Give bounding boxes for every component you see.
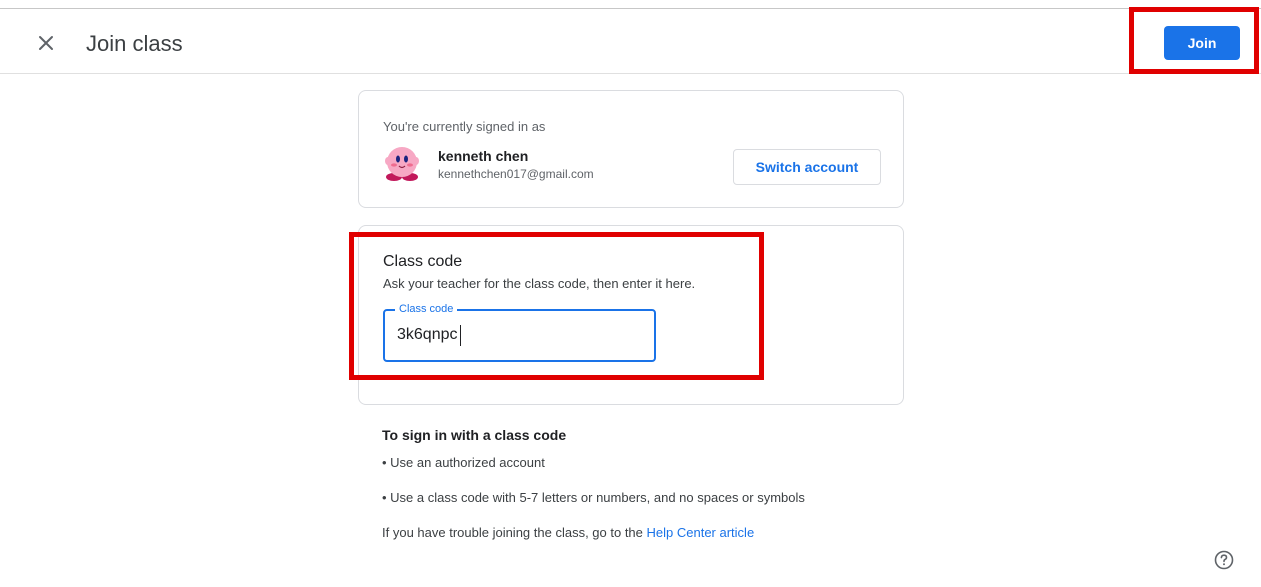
class-code-field-label: Class code — [395, 302, 458, 316]
help-center-link[interactable]: Help Center article — [647, 525, 755, 540]
user-email: kennethchen017@gmail.com — [438, 167, 594, 181]
text-caret — [460, 325, 461, 346]
class-code-card: Class code Ask your teacher for the clas… — [358, 225, 904, 405]
close-icon[interactable] — [32, 29, 60, 57]
trouble-text: If you have trouble joining the class, g… — [382, 525, 754, 540]
info-heading: To sign in with a class code — [382, 427, 567, 443]
help-circle-icon[interactable] — [1213, 549, 1235, 571]
class-code-field[interactable]: Class code — [383, 302, 656, 362]
trouble-text-label: If you have trouble joining the class, g… — [382, 525, 647, 540]
info-bullet: • Use a class code with 5-7 letters or n… — [382, 490, 805, 505]
account-card: You're currently signed in as kenneth ch… — [358, 90, 904, 208]
class-code-description: Ask your teacher for the class code, the… — [383, 276, 696, 291]
top-bar: Join class Join — [0, 9, 1261, 74]
info-bullet: • Use an authorized account — [382, 455, 545, 470]
class-code-title: Class code — [383, 253, 463, 270]
page-title: Join class — [86, 31, 183, 56]
signed-in-label: You're currently signed in as — [383, 119, 546, 134]
class-code-input[interactable] — [397, 326, 637, 344]
join-button[interactable]: Join — [1164, 26, 1240, 60]
avatar — [383, 144, 421, 182]
switch-account-button[interactable]: Switch account — [733, 149, 881, 185]
user-name: kenneth chen — [438, 148, 529, 164]
